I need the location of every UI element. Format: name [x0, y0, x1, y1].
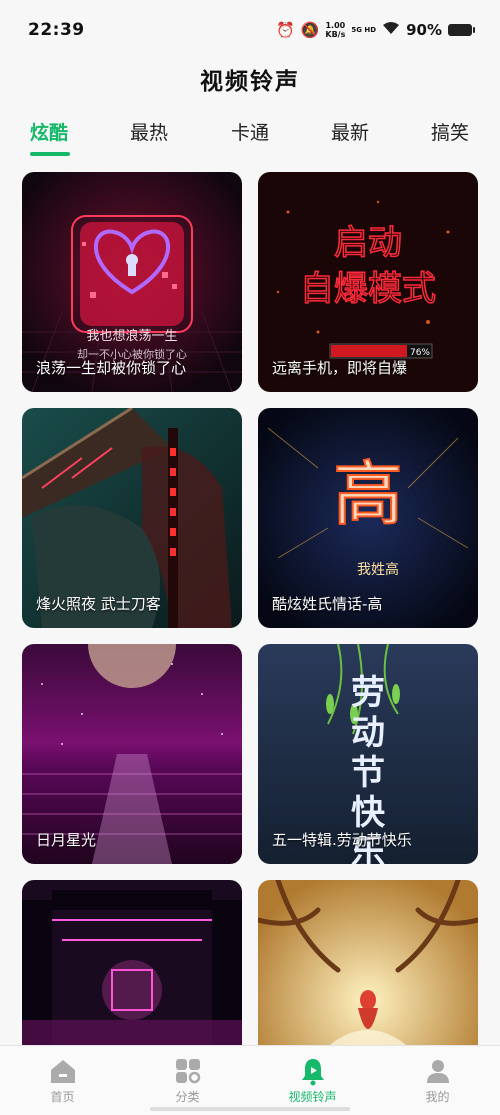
card-overlay-text: 我也想浪荡一生 [86, 328, 177, 343]
card-caption: 酷炫姓氏情话-高 [272, 595, 383, 613]
bell-icon [301, 1059, 324, 1086]
speed-unit: KB/s [325, 30, 346, 39]
video-card[interactable]: 劳动节快乐 五一特辑.劳动节快乐 [258, 644, 478, 864]
card-thumbnail [22, 880, 242, 1047]
status-bar: 22:39 ⏰ 🔕 1.00 KB/s 5G HD 90% [0, 0, 500, 60]
card-caption: 浪荡一生却被你锁了心 [36, 359, 187, 377]
category-tabs: 炫酷 最热 卡通 最新 搞笑 [0, 118, 500, 162]
nav-label: 首页 [50, 1090, 75, 1104]
profile-icon [426, 1060, 449, 1083]
nav-label: 我的 [425, 1090, 450, 1104]
nav-label: 视频铃声 [288, 1090, 337, 1104]
tab-cool[interactable]: 炫酷 [30, 118, 68, 145]
tab-newest[interactable]: 最新 [331, 118, 369, 145]
card-caption: 五一特辑.劳动节快乐 [272, 831, 412, 849]
tab-hot[interactable]: 最热 [130, 118, 168, 145]
network-speed: 1.00 KB/s [325, 21, 345, 39]
category-icon [175, 1059, 200, 1084]
alarm-icon: ⏰ [276, 21, 295, 39]
page-title: 视频铃声 [200, 69, 300, 95]
card-progress-text: 76% [410, 348, 430, 358]
card-caption: 烽火照夜 武士刀客 [36, 595, 161, 613]
video-card[interactable]: 高 我姓高 酷炫姓氏情话-高 [258, 408, 478, 628]
video-card[interactable] [258, 880, 478, 1047]
card-caption: 日月星光 [36, 831, 97, 849]
card-overlay-small: 我姓高 [357, 561, 399, 578]
video-card[interactable]: 日月星光 [22, 644, 242, 864]
wifi-icon [382, 21, 400, 39]
video-card[interactable]: 启动 自爆模式 76% 远离手机，即将自爆 [258, 172, 478, 392]
card-progress-fill [331, 345, 407, 357]
card-overlay-line-1: 启动 [334, 223, 402, 263]
video-card[interactable] [22, 880, 242, 1047]
nav-home[interactable]: 首页 [0, 1046, 125, 1115]
signal-icon: 5G HD [351, 26, 377, 34]
status-icons: ⏰ 🔕 1.00 KB/s 5G HD 90% [276, 21, 475, 39]
card-overlay-line-2: 自爆模式 [300, 269, 436, 309]
tab-funny[interactable]: 搞笑 [431, 118, 469, 145]
nav-profile[interactable]: 我的 [375, 1046, 500, 1115]
mute-icon: 🔕 [300, 21, 320, 39]
battery-percent: 90% [406, 21, 442, 39]
tab-cartoon[interactable]: 卡通 [231, 118, 269, 145]
home-indicator [150, 1107, 350, 1111]
nav-label: 分类 [175, 1090, 200, 1104]
video-card[interactable]: 我也想浪荡一生 却一不小心被你锁了心 浪荡一生却被你锁了心 [22, 172, 242, 392]
battery-icon [448, 24, 475, 36]
bottom-nav: 首页 分类 视频铃声 我的 [0, 1045, 500, 1115]
card-overlay-char: 高 [333, 453, 403, 535]
status-time: 22:39 [28, 20, 85, 40]
card-thumbnail [258, 880, 478, 1047]
video-card[interactable]: 烽火照夜 武士刀客 [22, 408, 242, 628]
nav-video-ringtone[interactable]: 视频铃声 [250, 1046, 375, 1115]
home-icon [50, 1060, 75, 1083]
tab-active-indicator [30, 152, 70, 156]
video-grid: 我也想浪荡一生 却一不小心被你锁了心 浪荡一生却被你锁了心 启动 自爆模式 76… [0, 172, 500, 1047]
speed-value: 1.00 [325, 21, 346, 30]
card-caption: 远离手机，即将自爆 [272, 359, 408, 377]
nav-category[interactable]: 分类 [125, 1046, 250, 1115]
